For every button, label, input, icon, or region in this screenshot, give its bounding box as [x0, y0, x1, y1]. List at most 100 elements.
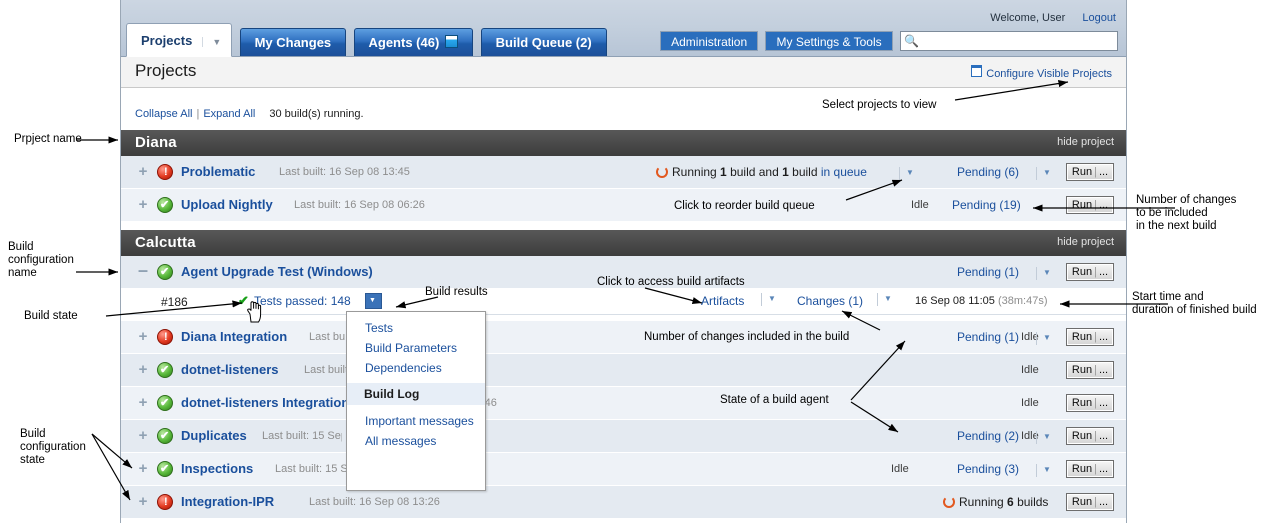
pending-changes-link[interactable]: Pending (1) [957, 330, 1019, 344]
queue-dropdown-caret-icon[interactable]: ▼ [899, 167, 914, 180]
main-tabs: Projects ▼ My Changes Agents (46) Build Q… [126, 22, 611, 57]
pending-changes-link[interactable]: Pending (1) [957, 265, 1019, 279]
build-config-row[interactable]: + Integration-IPR Last built: 16 Sep 08 … [121, 486, 1126, 519]
build-config-row[interactable]: + Diana Integration Last built: 16 Sep 0… [121, 321, 1126, 354]
pending-dropdown-caret-icon[interactable]: ▼ [1036, 431, 1051, 444]
changes-caret-icon[interactable]: ▼ [877, 293, 892, 306]
build-config-name[interactable]: Problematic [181, 164, 255, 179]
expand-icon[interactable]: + [136, 164, 150, 179]
running-count-2: 1 [782, 165, 789, 179]
artifacts-caret-icon[interactable]: ▼ [761, 293, 776, 306]
hide-project-link[interactable]: hide project [1057, 236, 1114, 248]
annotation-build-configuration-state: Build configuration state [20, 428, 86, 466]
run-button-label: Run [1071, 331, 1093, 343]
run-button[interactable]: Run |... [1066, 493, 1114, 511]
annotation-number-of-changes-in-build: Number of changes included in the build [644, 331, 850, 343]
toolbar-separator: | [196, 108, 200, 120]
build-config-row[interactable]: + Problematic Last built: 16 Sep 08 13:4… [121, 156, 1126, 189]
tab-build-queue[interactable]: Build Queue (2) [480, 28, 607, 56]
logout-link[interactable]: Logout [1082, 12, 1116, 24]
annotation-number-of-changes-next-build: Number of changes to be included in the … [1136, 194, 1237, 232]
menu-item-all-messages[interactable]: All messages [347, 431, 485, 451]
pending-changes-link[interactable]: Pending (2) [957, 429, 1019, 443]
tab-projects-label: Projects [141, 33, 193, 48]
hide-project-link[interactable]: hide project [1057, 136, 1114, 148]
artifacts-link[interactable]: Artifacts [701, 294, 744, 308]
pending-changes-link[interactable]: Pending (6) [957, 165, 1019, 179]
status-icon-success [157, 362, 173, 378]
chevron-down-icon[interactable]: ▼ [202, 37, 222, 47]
mouse-cursor-hand-icon [247, 301, 262, 323]
expand-icon[interactable]: + [136, 395, 150, 410]
expand-icon[interactable]: + [136, 461, 150, 476]
build-config-name[interactable]: dotnet-listeners [181, 362, 279, 377]
status-icon-error [157, 494, 173, 510]
build-config-name[interactable]: Diana Integration [181, 329, 287, 344]
build-config-row[interactable]: + dotnet-listeners Integration Last buil… [121, 387, 1126, 420]
run-button-separator: | [1094, 397, 1097, 409]
build-config-row[interactable]: + Inspections Last built: 15 Sep 08 19:1… [121, 453, 1126, 486]
build-config-name[interactable]: dotnet-listeners Integration [181, 395, 349, 410]
build-config-name[interactable]: Inspections [181, 461, 253, 476]
status-icon-error [157, 164, 173, 180]
running-builds-count: 6 [1007, 495, 1014, 509]
build-config-row[interactable]: + dotnet-listeners Last built: 15 Sep 08… [121, 354, 1126, 387]
search-box[interactable]: 🔍 [900, 31, 1119, 52]
search-icon: 🔍 [904, 34, 919, 48]
changes-link[interactable]: Changes (1) [797, 294, 863, 308]
run-button-label: Run [1071, 166, 1093, 178]
tab-agents[interactable]: Agents (46) [353, 28, 474, 56]
pending-dropdown-caret-icon[interactable]: ▼ [1036, 464, 1051, 477]
build-results-dropdown-button[interactable] [365, 293, 382, 309]
menu-item-tests[interactable]: Tests [347, 318, 485, 338]
build-config-row[interactable]: + Duplicates Last built: 15 Sep 08 18:02… [121, 420, 1126, 453]
pending-dropdown-caret-icon[interactable]: ▼ [1036, 267, 1051, 280]
run-button-separator: | [1094, 430, 1097, 442]
tab-administration[interactable]: Administration [660, 31, 759, 51]
last-built-text: Last built: 15 Sep 08 19:11 [275, 463, 347, 475]
in-queue-link[interactable]: in queue [821, 165, 867, 179]
expand-icon[interactable]: + [136, 428, 150, 443]
pending-changes-link[interactable]: Pending (19) [952, 198, 1021, 212]
menu-item-dependencies[interactable]: Dependencies [347, 358, 485, 378]
collapse-icon[interactable]: – [136, 261, 150, 279]
build-config-name[interactable]: Agent Upgrade Test (Windows) [181, 264, 373, 279]
pending-dropdown-caret-icon[interactable]: ▼ [1036, 167, 1051, 180]
expand-all-link[interactable]: Expand All [203, 108, 255, 120]
tests-result-link[interactable]: Tests passed: 148 [254, 294, 351, 308]
run-button[interactable]: Run |... [1066, 163, 1114, 181]
run-button-separator: | [1094, 199, 1097, 211]
collapse-all-link[interactable]: Collapse All [135, 108, 192, 120]
build-config-name[interactable]: Upload Nightly [181, 197, 273, 212]
teamcity-app: Welcome, User Logout Projects ▼ My Change… [120, 0, 1127, 523]
pending-dropdown-caret-icon[interactable]: ▼ [1036, 332, 1051, 345]
expand-icon[interactable]: + [136, 362, 150, 377]
run-button[interactable]: Run |... [1066, 394, 1114, 412]
run-button[interactable]: Run |... [1066, 361, 1114, 379]
last-built-text: Last built: 15 Sep 08 16:21 [304, 364, 346, 376]
search-input[interactable] [919, 32, 1119, 52]
run-button[interactable]: Run |... [1066, 460, 1114, 478]
configure-visible-projects-link[interactable]: Configure Visible Projects [971, 65, 1112, 80]
tab-my-settings-tools[interactable]: My Settings & Tools [765, 31, 893, 51]
pending-changes-link[interactable]: Pending (3) [957, 462, 1019, 476]
run-button[interactable]: Run |... [1066, 328, 1114, 346]
run-button[interactable]: Run |... [1066, 196, 1114, 214]
expand-icon[interactable]: + [136, 197, 150, 212]
menu-item-important-messages[interactable]: Important messages [347, 411, 485, 431]
run-button[interactable]: Run |... [1066, 263, 1114, 281]
expand-icon[interactable]: + [136, 494, 150, 509]
build-detail-row[interactable]: #186 ✔ Tests passed: 148 Artifacts ▼ Cha… [121, 289, 1126, 315]
build-config-row[interactable]: + Upload Nightly Last built: 16 Sep 08 0… [121, 189, 1126, 222]
run-button[interactable]: Run |... [1066, 427, 1114, 445]
build-config-name[interactable]: Integration-IPR [181, 494, 274, 509]
tab-projects[interactable]: Projects ▼ [126, 23, 233, 57]
running-suffix: builds [1013, 495, 1049, 509]
status-icon-success [157, 428, 173, 444]
build-results-popup-menu[interactable]: Tests Build Parameters Dependencies Buil… [346, 311, 486, 491]
menu-item-build-parameters[interactable]: Build Parameters [347, 338, 485, 358]
build-config-name[interactable]: Duplicates [181, 428, 247, 443]
expand-icon[interactable]: + [136, 329, 150, 344]
window-icon [971, 65, 983, 77]
tab-my-changes[interactable]: My Changes [239, 28, 347, 56]
